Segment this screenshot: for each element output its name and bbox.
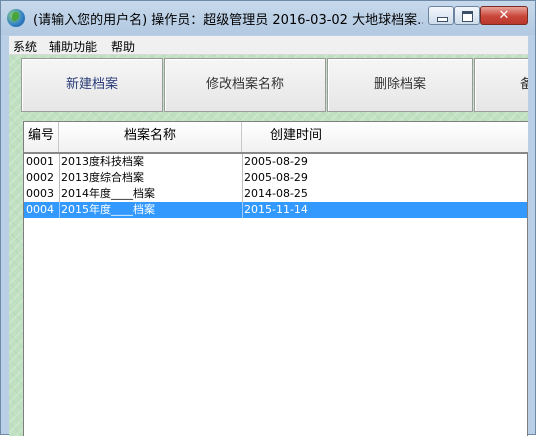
row-created: 2005-08-29	[242, 154, 350, 170]
main-panel: 新建档案 修改档案名称 删除档案 备 编号 档案名称 创建时间 0001 201…	[9, 55, 528, 436]
row-id: 0004	[26, 203, 54, 216]
table-row-selected[interactable]: 0004 2015年度____档案 2015-11-14	[24, 202, 527, 218]
row-name: 2013度综合档案	[59, 170, 241, 186]
row-name: 2015年度____档案	[59, 202, 241, 218]
menu-bar: 系统 辅助功能 帮助	[9, 36, 528, 55]
list-rows: 0001 2013度科技档案 2005-08-29 0002 2013度综合档案…	[24, 154, 527, 218]
table-row[interactable]: 0002 2013度综合档案 2005-08-29	[24, 170, 527, 186]
title-bar[interactable]: (请输入您的用户名) 操作员：超级管理员 2016-03-02 大地球档案...…	[1, 1, 535, 35]
row-created: 2014-08-25	[242, 186, 350, 202]
column-header-created[interactable]: 创建时间	[242, 122, 350, 152]
row-created: 2015-11-14	[242, 202, 350, 218]
archive-list[interactable]: 编号 档案名称 创建时间 0001 2013度科技档案 2005-08-29 0…	[23, 121, 528, 436]
row-name: 2014年度____档案	[59, 186, 241, 202]
list-header: 编号 档案名称 创建时间	[24, 122, 528, 154]
close-button[interactable]: ✕	[480, 6, 528, 25]
menu-help[interactable]: 帮助	[111, 38, 135, 55]
close-icon: ✕	[498, 8, 510, 23]
row-name: 2013度科技档案	[59, 154, 241, 170]
rename-archive-button[interactable]: 修改档案名称	[164, 58, 326, 112]
menu-system[interactable]: 系统	[13, 38, 37, 55]
backup-archive-button[interactable]: 备	[474, 58, 528, 112]
column-header-id[interactable]: 编号	[24, 122, 59, 152]
window-title: (请输入您的用户名) 操作员：超级管理员 2016-03-02 大地球档案...	[33, 13, 423, 28]
row-id: 0003	[26, 187, 54, 200]
column-header-name[interactable]: 档案名称	[59, 122, 242, 152]
app-window: (请输入您的用户名) 操作员：超级管理员 2016-03-02 大地球档案...…	[0, 0, 536, 436]
table-row[interactable]: 0003 2014年度____档案 2014-08-25	[24, 186, 527, 202]
minimize-button[interactable]	[428, 6, 454, 25]
new-archive-button[interactable]: 新建档案	[21, 58, 163, 112]
delete-archive-button[interactable]: 删除档案	[327, 58, 473, 112]
row-id: 0002	[26, 171, 54, 184]
maximize-button[interactable]	[454, 6, 480, 25]
menu-tools[interactable]: 辅助功能	[49, 38, 97, 55]
globe-icon[interactable]	[7, 9, 25, 27]
table-row[interactable]: 0001 2013度科技档案 2005-08-29	[24, 154, 527, 170]
row-id: 0001	[26, 155, 54, 168]
row-created: 2005-08-29	[242, 170, 350, 186]
